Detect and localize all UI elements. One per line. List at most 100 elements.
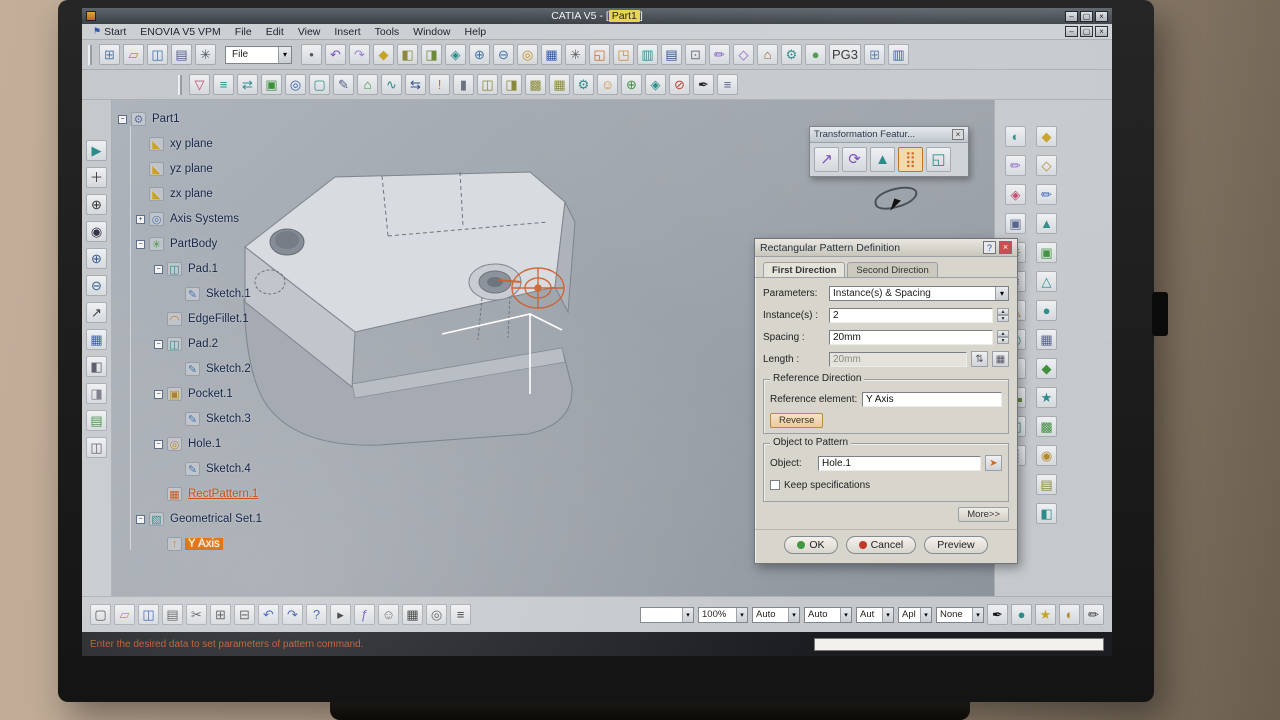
tree-item-yz-plane[interactable]: ◣ yz plane [136, 160, 348, 178]
menu-help[interactable]: Help [458, 24, 494, 39]
tree-item-label[interactable]: Pad.2 [185, 338, 221, 350]
tree-expander-icon[interactable] [154, 315, 163, 324]
new-window-icon[interactable]: ⊞ [99, 44, 120, 65]
columns-icon[interactable]: ▥ [888, 44, 909, 65]
menu-window[interactable]: Window [406, 24, 457, 39]
menu-file[interactable]: File [228, 24, 259, 39]
tree-expander-icon[interactable] [136, 190, 145, 199]
sphere-icon[interactable]: ● [805, 44, 826, 65]
gear-icon[interactable]: ⚙ [781, 44, 802, 65]
chevron-down-icon[interactable]: ▾ [972, 608, 983, 622]
pencil2-icon[interactable]: ✏ [1083, 604, 1104, 625]
menu-enovia[interactable]: ENOVIA V5 VPM [133, 24, 228, 39]
tree-item-sketch-2[interactable]: ✎ Sketch.2 [172, 360, 348, 378]
chevron-down-icon[interactable]: ▾ [995, 287, 1008, 300]
menu-edit[interactable]: Edit [259, 24, 291, 39]
tree-expander-icon[interactable]: − [136, 240, 145, 249]
spin-down-icon[interactable]: ▾ [997, 337, 1009, 344]
chevron-down-icon[interactable]: ▾ [840, 608, 851, 622]
tree-item-rectpattern-1[interactable]: ▦ RectPattern.1 [154, 485, 348, 503]
tree-item-xy-plane[interactable]: ◣ xy plane [136, 135, 348, 153]
tree-expander-icon[interactable]: − [154, 390, 163, 399]
tree-expander-icon[interactable] [154, 540, 163, 549]
parameters-select[interactable]: Instance(s) & Spacing ▾ [829, 286, 1009, 301]
table2-icon[interactable]: ▦ [402, 604, 423, 625]
tree-item-pocket-1[interactable]: − ▣ Pocket.1 [154, 385, 348, 403]
object-input[interactable]: Hole.1 [818, 456, 981, 471]
frame-icon[interactable]: ⊞ [864, 44, 885, 65]
option-field-1[interactable]: Auto ▾ [752, 607, 800, 623]
tree-expander-icon[interactable] [172, 465, 181, 474]
maximize-button[interactable]: ▢ [1080, 11, 1093, 22]
new-document-icon[interactable]: ▢ [90, 604, 111, 625]
help-icon[interactable]: ? [983, 241, 996, 254]
tree-item-sketch-4[interactable]: ✎ Sketch.4 [172, 460, 348, 478]
ok-button[interactable]: OK [784, 536, 837, 554]
paste-window-icon[interactable]: ◱ [589, 44, 610, 65]
tree-expander-icon[interactable]: − [136, 515, 145, 524]
spacing-spinner[interactable]: ▴ ▾ [997, 330, 1009, 345]
rotate-view-icon[interactable]: ◉ [86, 221, 107, 242]
menu-tools[interactable]: Tools [368, 24, 407, 39]
zoom-out-view-icon[interactable]: ⊖ [86, 275, 107, 296]
tree-expander-icon[interactable]: − [154, 440, 163, 449]
tree-item-sketch-1[interactable]: ✎ Sketch.1 [172, 285, 348, 303]
open-icon[interactable]: ▱ [123, 44, 144, 65]
tree-expander-icon[interactable] [136, 140, 145, 149]
tree-item-y-axis[interactable]: ↑ Y Axis [154, 535, 348, 553]
help-icon[interactable]: ? [306, 604, 327, 625]
alert-icon[interactable]: ! [429, 74, 450, 95]
close-button[interactable]: × [1095, 11, 1108, 22]
magnet-icon[interactable]: ◈ [1005, 184, 1026, 205]
pg3-button[interactable]: PG3 [829, 44, 861, 65]
toolbar-grip[interactable] [88, 45, 92, 65]
paint2-icon[interactable]: ◐ [1059, 604, 1080, 625]
block-icon[interactable]: ▣ [1036, 242, 1057, 263]
shaft-icon[interactable]: ◨ [421, 44, 442, 65]
whats-this-icon[interactable]: ▸ [330, 604, 351, 625]
binoculars-icon[interactable]: ◎ [285, 74, 306, 95]
shade-edges-icon[interactable]: ◨ [86, 383, 107, 404]
tree-item-label[interactable]: Sketch.3 [203, 413, 254, 425]
zoom-field[interactable]: 100% ▾ [698, 607, 748, 623]
grid-icon[interactable]: ▦ [541, 44, 562, 65]
reverse-button[interactable]: Reverse [770, 413, 823, 428]
home2-icon[interactable]: ⌂ [357, 74, 378, 95]
rotate-icon[interactable]: ⟳ [842, 147, 867, 172]
chevron-down-icon[interactable]: ▾ [278, 47, 291, 63]
cone-icon[interactable]: △ [1036, 271, 1057, 292]
instances-input[interactable]: 2 [829, 308, 993, 323]
sphere3-icon[interactable]: ● [1011, 604, 1032, 625]
table-icon[interactable]: ▦ [1036, 329, 1057, 350]
more-button[interactable]: More>> [958, 507, 1009, 522]
tab-first-direction[interactable]: First Direction [763, 262, 845, 277]
tree-item-label[interactable]: PartBody [167, 238, 220, 250]
target2-icon[interactable]: ◉ [1036, 445, 1057, 466]
reference-field[interactable]: ▾ [640, 607, 694, 623]
option-field-4[interactable]: Apl ▾ [898, 607, 932, 623]
instances-spinner[interactable]: ▴ ▾ [997, 308, 1009, 323]
transformation-toolbar-titlebar[interactable]: Transformation Featur... × [810, 127, 968, 143]
curve-icon[interactable]: ∿ [381, 74, 402, 95]
tree-item-label[interactable]: Pad.1 [185, 263, 221, 275]
fly-mode-icon[interactable]: ▶ [86, 140, 107, 161]
tree-item-pad-1[interactable]: − ◫ Pad.1 [154, 260, 348, 278]
tree-expander-icon[interactable] [172, 290, 181, 299]
panel-icon[interactable]: ◧ [1036, 503, 1057, 524]
tree-item-pad-2[interactable]: − ◫ Pad.2 [154, 335, 348, 353]
window-green-icon[interactable]: ▣ [261, 74, 282, 95]
workbench-icon[interactable]: ▤ [171, 44, 192, 65]
chevron-down-icon[interactable]: ▾ [682, 608, 693, 622]
tree-item-label[interactable]: Axis Systems [167, 213, 242, 225]
tree-item-hole-1[interactable]: − ◎ Hole.1 [154, 435, 348, 453]
tools-burst-icon[interactable]: ✳ [195, 44, 216, 65]
tree-item-geometrical-set-1[interactable]: − ▧ Geometrical Set.1 [136, 510, 348, 528]
scale-icon[interactable]: ◱ [926, 147, 951, 172]
tree-expander-icon[interactable] [172, 415, 181, 424]
layers-icon[interactable]: ▤ [86, 410, 107, 431]
tree-item-label[interactable]: Sketch.2 [203, 363, 254, 375]
sketch-pencil-icon[interactable]: ✏ [1036, 184, 1057, 205]
formula-icon[interactable]: ƒ [354, 604, 375, 625]
tree-item-label[interactable]: yz plane [167, 163, 216, 175]
wireframe-icon[interactable]: ≡ [213, 74, 234, 95]
